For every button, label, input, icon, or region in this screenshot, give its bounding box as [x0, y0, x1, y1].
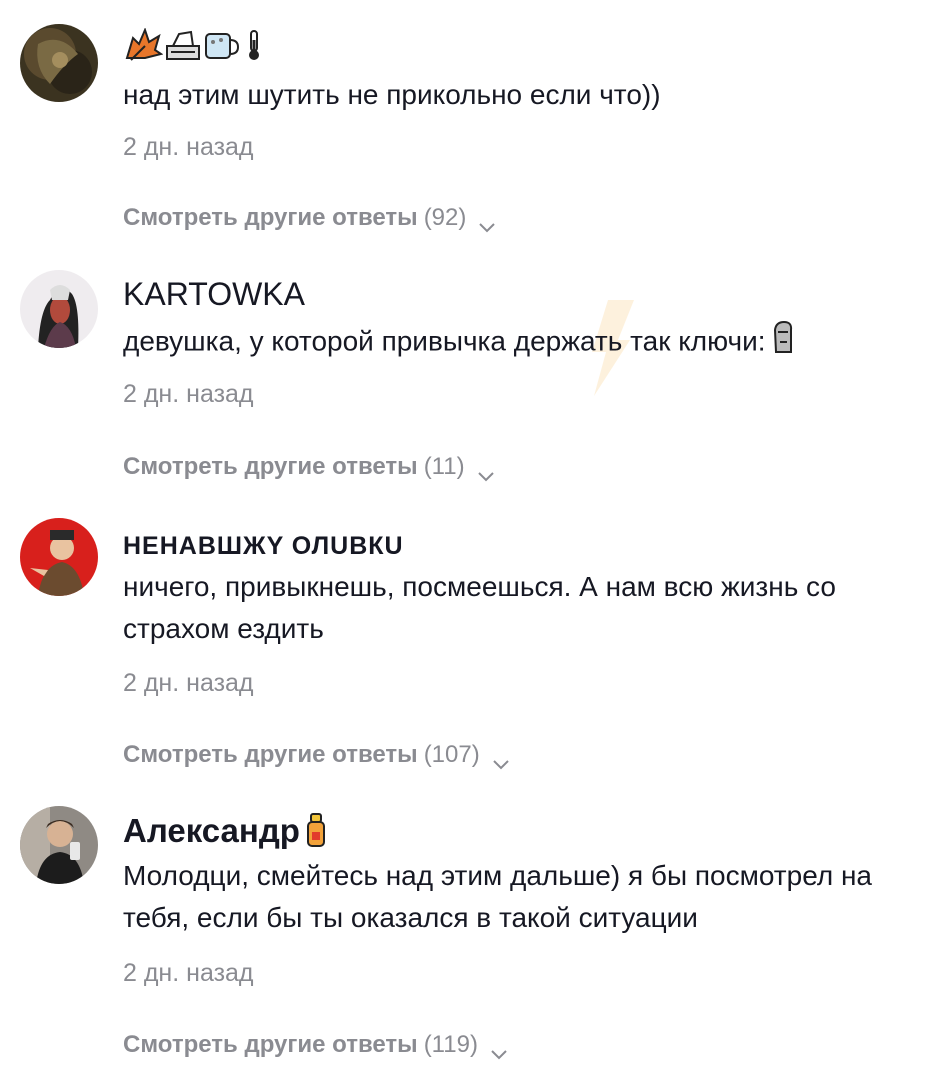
username[interactable]: KARTOWKA: [123, 276, 305, 312]
thermometer-icon: [247, 28, 261, 67]
replies-count: (92): [423, 204, 467, 231]
view-replies-button[interactable]: Смотреть другие ответы (119): [123, 1030, 508, 1060]
view-replies-label: Смотреть другие ответы: [123, 453, 418, 480]
maple-leaf-icon: [123, 27, 164, 67]
comment-time: 2 дн. назад: [123, 133, 254, 161]
comment-text: девушка, у которой привычка держать так …: [123, 320, 933, 366]
chevron-down-icon: [492, 749, 510, 770]
view-replies-button[interactable]: Смотреть другие ответы (92): [123, 203, 496, 233]
comment-text: Молодци, смейтесь над этим дальше) я бы …: [123, 860, 872, 933]
view-replies-label: Смотреть другие ответы: [123, 741, 418, 768]
comment-time: 2 дн. назад: [123, 380, 254, 408]
chevron-down-icon: [490, 1039, 508, 1060]
view-replies-label: Смотреть другие ответы: [123, 204, 418, 231]
comment-text: над этим шутить не прикольно если что)): [123, 79, 661, 110]
avatar[interactable]: [20, 518, 98, 596]
replies-count: (107): [423, 741, 480, 768]
username[interactable]: НЕНАВШЖY ОЛUВКU: [123, 528, 404, 564]
chevron-down-icon: [478, 212, 496, 233]
view-replies-label: Смотреть другие ответы: [123, 1031, 418, 1058]
typewriter-icon: [165, 28, 201, 67]
comment-text: ничего, привыкнешь, посмеешься. А нам вс…: [123, 571, 836, 644]
comment-time: 2 дн. назад: [123, 959, 254, 987]
comment-time: 2 дн. назад: [123, 669, 254, 697]
fire-extinguisher-icon: [302, 812, 328, 855]
comment-text-content: девушка, у которой привычка держать так …: [123, 325, 766, 357]
username-emojis: [123, 27, 261, 67]
view-replies-button[interactable]: Смотреть другие ответы (107): [123, 740, 510, 770]
username[interactable]: Александр: [123, 812, 328, 855]
chevron-down-icon: [477, 461, 495, 482]
mug-icon: [203, 28, 240, 67]
replies-count: (119): [423, 1031, 478, 1058]
username-text: Александр: [123, 812, 300, 850]
avatar[interactable]: [20, 24, 98, 102]
view-replies-button[interactable]: Смотреть другие ответы (11): [123, 452, 495, 482]
replies-count: (11): [423, 453, 465, 480]
avatar[interactable]: [20, 806, 98, 884]
avatar[interactable]: [20, 270, 98, 348]
moai-icon: [772, 320, 794, 366]
